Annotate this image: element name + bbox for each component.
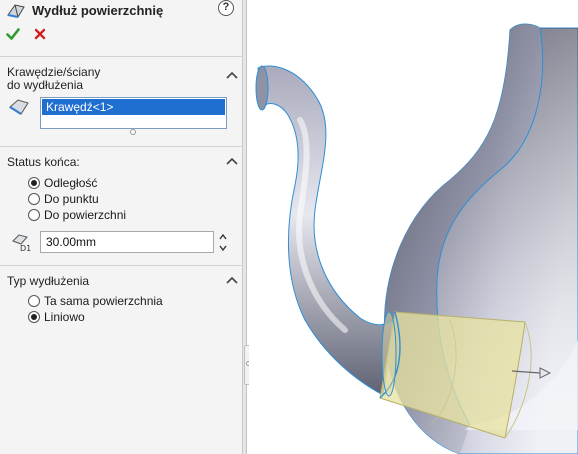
edge-selection-icon <box>9 99 29 115</box>
chevron-up-icon[interactable] <box>226 157 238 165</box>
radio-linear[interactable] <box>28 311 40 323</box>
spin-down-icon[interactable] <box>219 245 227 252</box>
radio-linear-label[interactable]: Liniowo <box>44 310 85 324</box>
svg-text:D1: D1 <box>20 244 31 252</box>
edges-selection-list[interactable]: Krawędź<1> <box>40 97 227 129</box>
extension-type-group-title: Typ wydłużenia <box>7 274 90 288</box>
property-manager-panel: Wydłuż powierzchnię ? Krawędzie/ściany d… <box>0 0 243 454</box>
extend-surface-icon <box>7 4 25 18</box>
radio-to-point[interactable] <box>28 193 40 205</box>
radio-to-surface-label[interactable]: Do powierzchni <box>44 208 126 222</box>
edges-group-title-line1: Krawędzie/ściany <box>7 65 101 79</box>
radio-same-surface-label[interactable]: Ta sama powierzchnia <box>44 294 163 308</box>
chevron-up-icon[interactable] <box>226 276 238 284</box>
separator <box>0 146 243 147</box>
radio-distance[interactable] <box>28 177 40 189</box>
radio-same-surface[interactable] <box>28 295 40 307</box>
separator <box>0 265 243 266</box>
radio-to-surface[interactable] <box>28 209 40 221</box>
spin-up-icon[interactable] <box>219 233 227 240</box>
checkmark-icon[interactable] <box>6 27 20 41</box>
resize-handle[interactable] <box>130 129 136 135</box>
panel-splitter[interactable] <box>243 0 247 454</box>
edges-group-title-line2: do wydłużenia <box>7 78 84 92</box>
end-condition-group-title: Status końca: <box>7 155 80 169</box>
distance-icon: D1 <box>12 234 31 252</box>
radio-distance-label[interactable]: Odległość <box>44 176 97 190</box>
distance-field[interactable]: 30.00mm <box>40 231 214 253</box>
teapot-model[interactable] <box>249 0 578 454</box>
help-button[interactable]: ? <box>218 0 234 16</box>
x-icon[interactable] <box>34 28 46 40</box>
graphics-viewport[interactable] <box>249 0 578 454</box>
separator <box>0 56 243 57</box>
property-manager-title: Wydłuż powierzchnię <box>32 3 164 18</box>
property-manager-header: Wydłuż powierzchnię ? <box>0 0 243 22</box>
chevron-up-icon[interactable] <box>226 71 238 79</box>
radio-to-point-label[interactable]: Do punktu <box>44 192 99 206</box>
list-item[interactable]: Krawędź<1> <box>42 99 225 115</box>
